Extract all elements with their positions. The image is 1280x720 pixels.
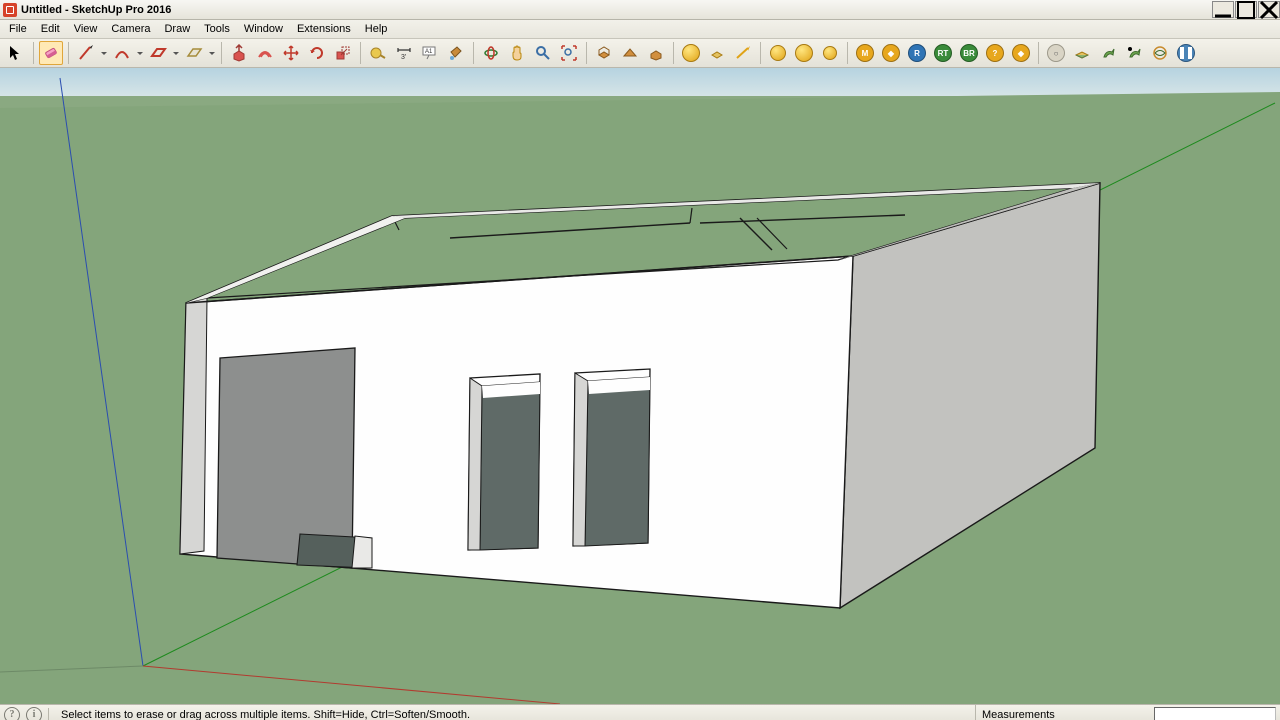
- measurements-label: Measurements: [982, 709, 1055, 720]
- text-tool[interactable]: A1: [418, 41, 442, 65]
- menubar: File Edit View Camera Draw Tools Window …: [0, 20, 1280, 39]
- ext-z[interactable]: [1096, 41, 1120, 65]
- ext-br[interactable]: BR: [957, 41, 981, 65]
- offset-tool[interactable]: [253, 41, 277, 65]
- dimension-tool[interactable]: 3': [392, 41, 416, 65]
- ext-a[interactable]: [1122, 41, 1146, 65]
- close-button[interactable]: [1258, 1, 1280, 18]
- app-icon: [3, 3, 17, 17]
- ext-x[interactable]: ○: [1044, 41, 1068, 65]
- tape-tool[interactable]: [366, 41, 390, 65]
- ext-b[interactable]: [1148, 41, 1172, 65]
- select-tool[interactable]: [4, 41, 28, 65]
- view-back[interactable]: [792, 41, 816, 65]
- toolbar-separator: [33, 42, 34, 64]
- toolbar-separator: [221, 42, 222, 64]
- info-icon[interactable]: i: [26, 707, 42, 720]
- toolbar-separator: [673, 42, 674, 64]
- toolbar: 3' A1: [0, 39, 1280, 68]
- view-right[interactable]: [766, 41, 790, 65]
- ext-pause[interactable]: [1174, 41, 1198, 65]
- shape-tool-dropdown[interactable]: [172, 49, 180, 58]
- toolbar-separator: [586, 42, 587, 64]
- ext-q[interactable]: ?: [983, 41, 1007, 65]
- menu-help[interactable]: Help: [358, 21, 395, 37]
- menu-camera[interactable]: Camera: [104, 21, 157, 37]
- view-top[interactable]: [705, 41, 729, 65]
- toolbar-separator: [360, 42, 361, 64]
- ext-d[interactable]: ◆: [1009, 41, 1033, 65]
- menu-edit[interactable]: Edit: [34, 21, 67, 37]
- view-iso[interactable]: [679, 41, 703, 65]
- status-hint: Select items to erase or drag across mul…: [55, 709, 969, 720]
- statusbar-separator: [48, 708, 49, 720]
- view-front[interactable]: [731, 41, 755, 65]
- menu-view[interactable]: View: [67, 21, 105, 37]
- zoom-extents-tool[interactable]: [557, 41, 581, 65]
- rotate-tool[interactable]: [305, 41, 329, 65]
- measurements-input[interactable]: [1154, 707, 1276, 720]
- pan-tool[interactable]: [505, 41, 529, 65]
- paint-tool[interactable]: [444, 41, 468, 65]
- measurements-box: Measurements: [975, 705, 1148, 720]
- menu-tools[interactable]: Tools: [197, 21, 237, 37]
- viewport-3d[interactable]: [0, 68, 1280, 704]
- eraser-tool[interactable]: [39, 41, 63, 65]
- orbit-tool[interactable]: [479, 41, 503, 65]
- ext-y[interactable]: [1070, 41, 1094, 65]
- ext-r[interactable]: R: [905, 41, 929, 65]
- shadow-tool[interactable]: [644, 41, 668, 65]
- minimize-button[interactable]: [1212, 1, 1234, 18]
- svg-text:3': 3': [401, 54, 406, 61]
- arc-tool-dropdown[interactable]: [136, 49, 144, 58]
- toolbar-separator: [473, 42, 474, 64]
- zoom-tool[interactable]: [531, 41, 555, 65]
- toolbar-separator: [847, 42, 848, 64]
- ext-i[interactable]: ◆: [879, 41, 903, 65]
- ext-m[interactable]: M: [853, 41, 877, 65]
- arc-tool[interactable]: [110, 41, 134, 65]
- pushpull-tool[interactable]: [227, 41, 251, 65]
- menu-extensions[interactable]: Extensions: [290, 21, 358, 37]
- section-tool[interactable]: [592, 41, 616, 65]
- rectangle-tool[interactable]: [146, 41, 170, 65]
- circle-tool[interactable]: [182, 41, 206, 65]
- menu-draw[interactable]: Draw: [157, 21, 197, 37]
- maximize-button[interactable]: [1235, 1, 1257, 18]
- ext-rt[interactable]: RT: [931, 41, 955, 65]
- svg-text:A1: A1: [425, 49, 433, 55]
- menu-window[interactable]: Window: [237, 21, 290, 37]
- help-icon[interactable]: ?: [4, 707, 20, 720]
- toolbar-separator: [68, 42, 69, 64]
- line-tool[interactable]: [74, 41, 98, 65]
- titlebar: Untitled - SketchUp Pro 2016: [0, 0, 1280, 20]
- scale-tool[interactable]: [331, 41, 355, 65]
- line-tool-dropdown[interactable]: [100, 49, 108, 58]
- toolbar-separator: [760, 42, 761, 64]
- window-title: Untitled - SketchUp Pro 2016: [21, 4, 1211, 16]
- statusbar: ? i Select items to erase or drag across…: [0, 704, 1280, 720]
- toolbar-separator: [1038, 42, 1039, 64]
- view-left[interactable]: [818, 41, 842, 65]
- circle-tool-dropdown[interactable]: [208, 49, 216, 58]
- menu-file[interactable]: File: [2, 21, 34, 37]
- sun-tool[interactable]: [618, 41, 642, 65]
- move-tool[interactable]: [279, 41, 303, 65]
